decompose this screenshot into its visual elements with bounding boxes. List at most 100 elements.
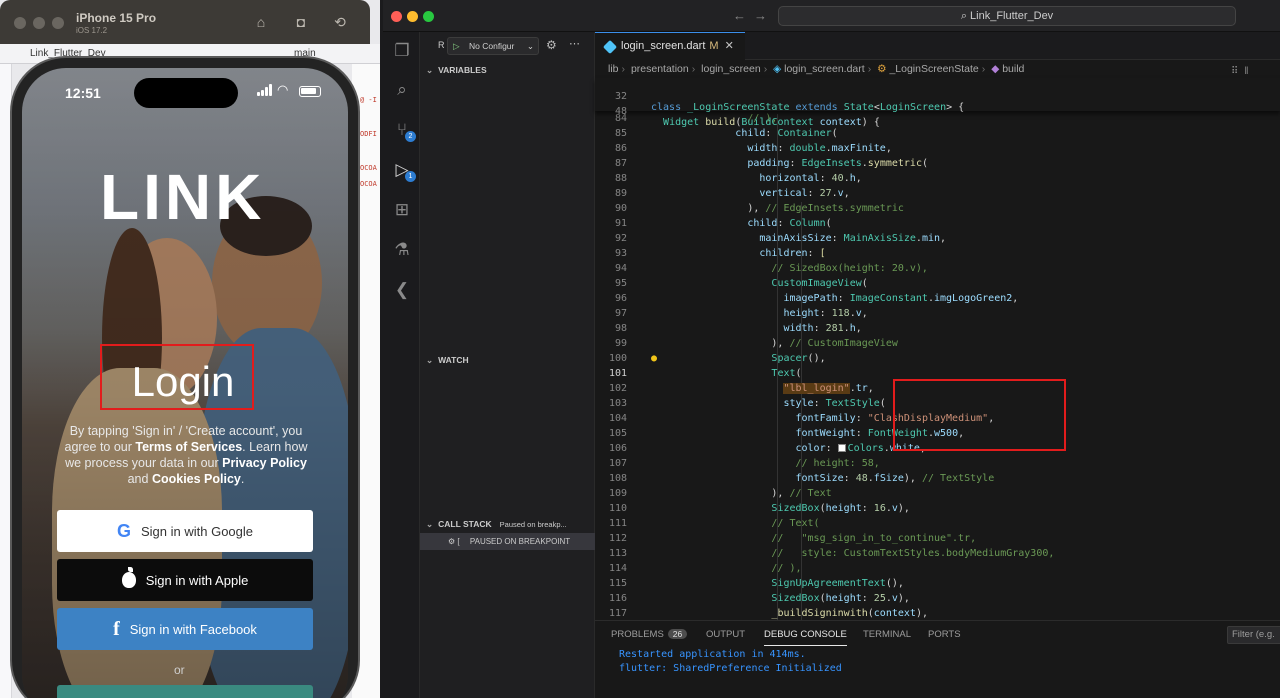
line-number: 103 [608,398,627,409]
vscode-zoom-button[interactable] [423,11,434,22]
flutter-icon[interactable]: ❮ [391,279,413,301]
close-icon[interactable]: ✕ [725,40,734,52]
vscode-minimize-button[interactable] [407,11,418,22]
code-line[interactable]: 94 // SizedBox(height: 20.v), [595,263,1280,278]
call-stack-section-header[interactable]: ⌄ CALL STACK Paused on breakp... [426,519,567,530]
code-line[interactable]: 108 fontSize: 48.fSize), // TextStyle [595,473,1280,488]
command-center-search[interactable]: ⌕ Link_Flutter_Dev [778,6,1236,26]
start-debug-icon[interactable]: ▷ [453,38,460,54]
run-label: R [438,40,445,50]
code-line[interactable]: 100 ● Spacer(), [595,353,1280,368]
code-line[interactable]: 107 // height: 58, [595,458,1280,473]
window-close-button[interactable] [14,17,26,29]
home-icon[interactable]: ⌂ [252,13,270,31]
line-number: 107 [608,458,627,469]
variables-section-header[interactable]: ⌄ VARIABLES [426,65,487,76]
window-minimize-button[interactable] [33,17,45,29]
battery-icon [299,86,321,97]
code-line[interactable]: 115 SignUpAgreementText(), [595,578,1280,593]
code-line[interactable]: 96 imagePath: ImageConstant.imgLogoGreen… [595,293,1280,308]
breadcrumb-item[interactable]: _LoginScreenState [889,63,978,75]
code-text: imagePath: ImageConstant.imgLogoGreen2, [783,293,1019,304]
code-line[interactable]: 95 CustomImageView( [595,278,1280,293]
debug-thread-icon: ⚙ [ [448,537,460,546]
breadcrumb-item[interactable]: login_screen [701,63,761,75]
code-text: horizontal: 40.h, [759,173,862,184]
sign-in-facebook-button[interactable]: f Sign in with Facebook [57,608,313,650]
line-number: 97 [614,308,627,319]
rotate-icon[interactable]: ⟲ [331,13,349,31]
gear-icon[interactable]: ⚙ [546,38,557,52]
line-number: 106 [608,443,627,454]
breadcrumb-item[interactable]: presentation [631,63,689,75]
line-number: 113 [608,548,627,559]
line-number: 116 [608,593,627,604]
code-line[interactable]: 97 height: 118.v, [595,308,1280,323]
code-line[interactable]: 92 mainAxisSize: MainAxisSize.min, [595,233,1280,248]
annotation-highlight-box [100,344,254,410]
terms-link[interactable]: Terms of Services [135,440,242,454]
tab-terminal[interactable]: TERMINAL [863,629,911,640]
tab-debug-console[interactable]: DEBUG CONSOLE [764,629,847,646]
debug-controls[interactable]: ⠿‖ [1231,66,1254,77]
code-line[interactable]: 109 ), // Text [595,488,1280,503]
vscode-close-button[interactable] [391,11,402,22]
breadcrumb: lib › presentation › login_screen › ◈ login… [608,63,1025,75]
window-zoom-button[interactable] [52,17,64,29]
code-line[interactable]: 87 padding: EdgeInsets.symmetric( [595,158,1280,173]
sticky-scroll-header: 32 class _LoginScreenState extends State… [595,78,1280,128]
code-line[interactable]: 110 SizedBox(height: 16.v), [595,503,1280,518]
code-line[interactable]: 116 SizedBox(height: 25.v), [595,593,1280,608]
explorer-icon[interactable]: ❐ [391,40,413,62]
code-line[interactable]: 113 // style: CustomTextStyles.bodyMediu… [595,548,1280,563]
tab-output[interactable]: OUTPUT [706,629,745,640]
forward-arrow-icon[interactable]: → [754,8,767,23]
class-icon: ⚙ [877,63,887,75]
code-line[interactable]: 112 // "msg_sign_in_to_continue".tr, [595,533,1280,548]
screenshot-icon[interactable]: ◘ [292,13,310,31]
watch-section-header[interactable]: ⌄ WATCH [426,355,469,366]
code-line[interactable]: 99 ), // CustomImageView [595,338,1280,353]
code-text: // height: 58, [651,458,880,469]
line-number: 88 [614,173,627,184]
extensions-icon[interactable]: ⊞ [391,199,413,221]
code-text: child: Container( [735,128,838,139]
wifi-icon: ◠ [277,82,289,97]
code-line[interactable]: 114 // ), [595,563,1280,578]
code-line[interactable]: 111 // Text( [595,518,1280,533]
tab-problems[interactable]: PROBLEMS 26 [611,629,688,640]
code-text: Widget build(BuildContext context) { [663,117,880,128]
sticky-line[interactable]: 32 class _LoginScreenState extends State… [595,80,1280,113]
sticky-line[interactable]: 48 Widget build(BuildContext context) { [595,95,1280,128]
code-line[interactable]: 85 child: Container( [595,128,1280,143]
color-swatch[interactable] [837,444,846,452]
sign-in-google-button[interactable]: G Sign in with Google [57,510,313,552]
search-icon[interactable]: ⌕ [391,79,413,101]
code-line[interactable]: 88 horizontal: 40.h, [595,173,1280,188]
testing-icon[interactable]: ⚗ [391,239,413,261]
debug-console-filter-input[interactable]: Filter (e.g. [1227,626,1280,644]
back-arrow-icon[interactable]: ← [733,8,746,23]
code-line[interactable]: 90 ), // EdgeInsets.symmetric [595,203,1280,218]
sign-in-apple-button[interactable]: Sign in with Apple [57,559,313,601]
chevron-down-icon: ⌄ [426,355,434,365]
more-actions-icon[interactable]: ⋯ [569,37,580,50]
privacy-policy-link[interactable]: Privacy Policy [222,456,307,470]
tab-login-screen[interactable]: login_screen.dart M ✕ [595,32,745,60]
breadcrumb-item[interactable]: build [1002,63,1024,75]
code-text: // style: CustomTextStyles.bodyMediumGra… [651,548,1055,559]
launch-config-select[interactable]: ▷ No Configur ⌄ [447,37,539,55]
paused-thread-row[interactable]: ⚙ [ PAUSED ON BREAKPOINT [420,533,595,550]
cookies-policy-link[interactable]: Cookies Policy [152,472,241,486]
code-text: height: 118.v, [783,308,868,319]
code-line[interactable]: 91 child: Column( [595,218,1280,233]
breadcrumb-item[interactable]: login_screen.dart [784,63,865,75]
code-line[interactable]: 93 children: [ [595,248,1280,263]
code-line[interactable]: 98 width: 281.h, [595,323,1280,338]
create-account-button[interactable] [57,685,313,698]
tab-ports[interactable]: PORTS [928,629,961,640]
breadcrumb-item[interactable]: lib [608,63,619,75]
code-line[interactable]: 86 width: double.maxFinite, [595,143,1280,158]
simulator-device-name: iPhone 15 Pro [76,11,157,25]
code-line[interactable]: 89 vertical: 27.v, [595,188,1280,203]
